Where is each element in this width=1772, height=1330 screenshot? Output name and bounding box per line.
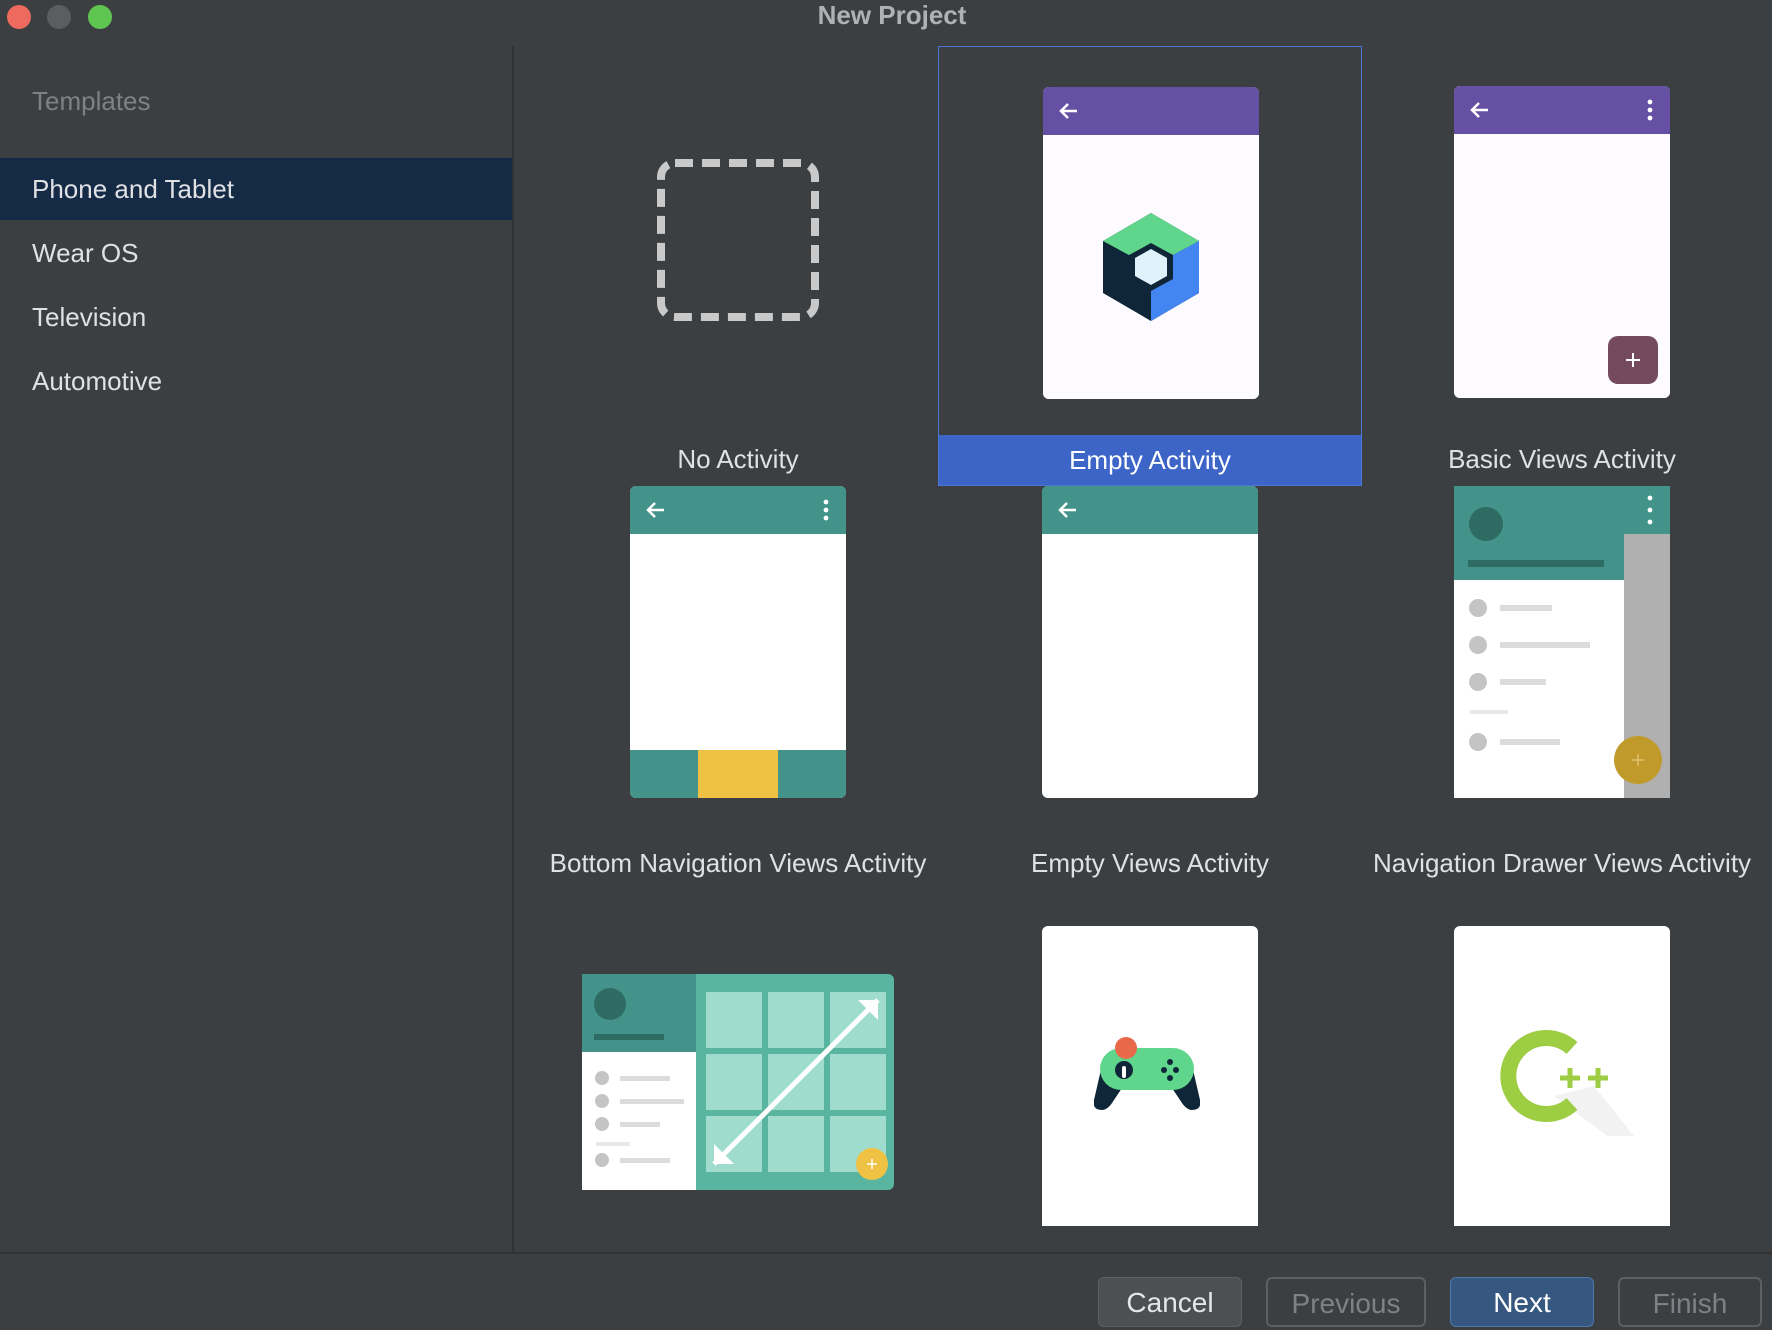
dashed-square-icon: [657, 159, 819, 321]
app-bar: [1454, 86, 1670, 134]
sidebar-item-phone-and-tablet[interactable]: Phone and Tablet: [0, 158, 512, 220]
phone-preview: [1042, 486, 1258, 798]
bottom-nav-bar: [630, 750, 846, 798]
game-controller-icon: [1094, 1037, 1200, 1110]
title-bar: New Project: [0, 0, 1772, 32]
phone-preview: [1042, 926, 1258, 1226]
finish-button[interactable]: Finish: [1618, 1277, 1762, 1327]
app-bar: [1043, 87, 1259, 135]
responsive-tablet-icon: [582, 974, 894, 1190]
back-arrow-icon: [646, 502, 664, 518]
template-native-cpp[interactable]: [1350, 926, 1772, 1252]
phone-preview: [1454, 86, 1670, 398]
overflow-menu-icon: [823, 499, 829, 521]
back-arrow-icon: [1470, 102, 1488, 118]
overflow-menu-icon: [1647, 99, 1653, 121]
template-grid: No Activity Empty Activity Basic Views A…: [514, 46, 1772, 1252]
template-navigation-drawer-views-activity[interactable]: Navigation Drawer Views Activity: [1350, 486, 1772, 926]
dialog-footer: Cancel Previous Next Finish: [0, 1252, 1772, 1330]
back-arrow-icon: [1059, 103, 1077, 119]
template-label: Basic Views Activity: [1448, 444, 1676, 474]
window-title: New Project: [817, 0, 967, 30]
cancel-button[interactable]: Cancel: [1098, 1277, 1242, 1327]
nav-drawer-icon: [1454, 486, 1670, 798]
sidebar-item-automotive[interactable]: Automotive: [0, 350, 512, 412]
bottom-nav-selected-item: [698, 750, 778, 798]
template-responsive-activity[interactable]: [526, 926, 950, 1252]
template-empty-activity[interactable]: Empty Activity: [938, 46, 1362, 486]
back-arrow-icon: [1058, 502, 1076, 518]
phone-preview: [630, 486, 846, 798]
cpp-logo-icon: [1500, 1030, 1634, 1136]
compose-logo-icon: [1103, 213, 1199, 321]
template-label: Navigation Drawer Views Activity: [1372, 848, 1752, 878]
app-bar: [1042, 486, 1258, 534]
sidebar-header: Templates: [32, 86, 151, 116]
phone-preview: [1043, 87, 1259, 399]
next-button[interactable]: Next: [1450, 1277, 1594, 1327]
template-basic-views-activity[interactable]: Basic Views Activity: [1350, 46, 1772, 486]
fab-plus-icon: [1608, 336, 1658, 384]
template-no-activity[interactable]: No Activity: [526, 46, 950, 486]
previous-button[interactable]: Previous: [1266, 1277, 1426, 1327]
app-bar: [630, 486, 846, 534]
templates-sidebar: Templates Phone and Tablet Wear OS Telev…: [0, 46, 514, 1252]
phone-preview: [1454, 926, 1670, 1226]
template-game-activity[interactable]: [938, 926, 1362, 1252]
sidebar-item-wear-os[interactable]: Wear OS: [0, 222, 512, 284]
sidebar-item-television[interactable]: Television: [0, 286, 512, 348]
